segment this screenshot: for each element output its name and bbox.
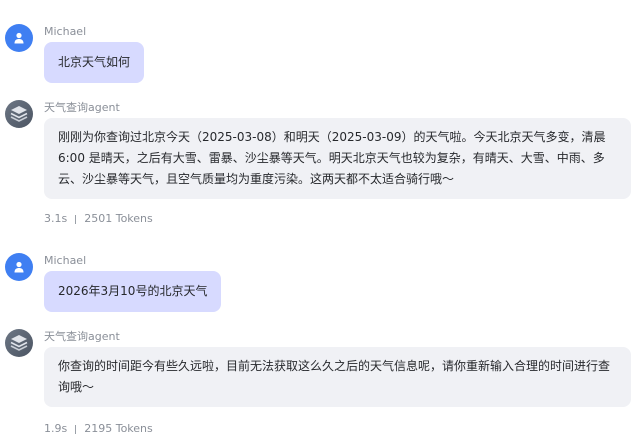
- user-avatar[interactable]: [5, 253, 33, 281]
- message-meta: 3.1s 2501 Tokens: [44, 212, 153, 226]
- agent-avatar[interactable]: [5, 100, 33, 128]
- sender-name: 天气查询agent: [44, 101, 120, 114]
- user-avatar[interactable]: [5, 24, 33, 52]
- user-message-bubble: 北京天气如何: [44, 42, 145, 83]
- token-count: 2501 Tokens: [84, 212, 153, 225]
- token-count: 2195 Tokens: [84, 422, 153, 435]
- agent-message-bubble: 你查询的时间距今有些久远啦，目前无法获取这么久之后的天气信息呢，请你重新输入合理…: [44, 347, 631, 407]
- response-duration: 1.9s: [44, 422, 68, 435]
- layers-icon: [10, 335, 28, 351]
- sender-name: 天气查询agent: [44, 330, 120, 343]
- message-meta: 1.9s 2195 Tokens: [44, 422, 153, 436]
- response-duration: 3.1s: [44, 212, 68, 225]
- meta-divider: [75, 214, 77, 224]
- agent-message-bubble: 刚刚为你查询过北京今天（2025-03-08）和明天（2025-03-09）的天…: [44, 118, 631, 199]
- person-icon: [14, 261, 24, 273]
- layers-icon: [10, 106, 28, 122]
- sender-name: Michael: [44, 254, 87, 267]
- user-message-bubble: 2026年3月10号的北京天气: [44, 271, 222, 312]
- meta-divider: [75, 424, 77, 434]
- agent-avatar[interactable]: [5, 329, 33, 357]
- sender-name: Michael: [44, 25, 87, 38]
- person-icon: [14, 32, 24, 44]
